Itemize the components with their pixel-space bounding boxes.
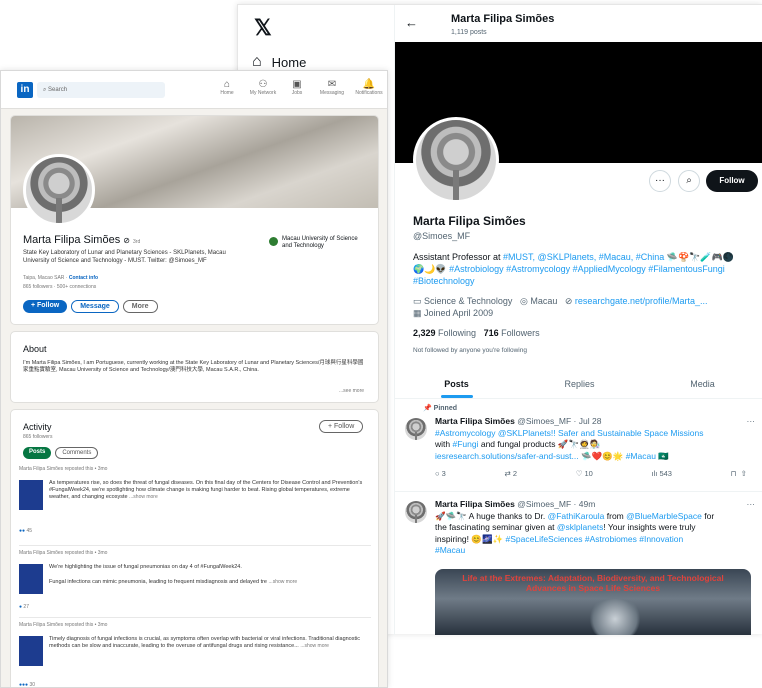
pinned-label: 📌 Pinned — [423, 405, 458, 412]
linkedin-nav: in ⌕ Search ⌂ Home ⚇ My Network ▣ Jobs ✉ Mes… — [1, 71, 387, 109]
reaction-count: ●● 45 — [19, 528, 32, 534]
search-input[interactable]: ⌕ Search — [37, 82, 165, 98]
reaction-count: ●●● 30 — [19, 682, 36, 688]
nav-home[interactable]: ⌂ Home — [214, 79, 240, 96]
tab-replies[interactable]: Replies — [518, 369, 641, 398]
activity-post[interactable]: Marta Filipa Simões reposted this • 3mo … — [19, 466, 371, 546]
profile-tabs: Posts Replies Media — [395, 369, 762, 399]
activity-followers: 865 followers — [23, 434, 53, 440]
bookmark-icon[interactable]: ⊓ — [731, 469, 737, 478]
activity-title: Activity — [23, 422, 52, 432]
home-icon: ⌂ — [252, 53, 262, 70]
pin-icon: 📌 — [423, 405, 432, 412]
profile-actions: + Follow Message More — [23, 300, 158, 313]
calendar-icon: ▦ — [413, 308, 422, 318]
header-name: Marta Filipa Simões — [451, 13, 555, 25]
tab-posts[interactable]: Posts — [395, 369, 518, 398]
back-arrow-icon[interactable]: ← — [405, 15, 418, 30]
linkedin-window: in ⌕ Search ⌂ Home ⚇ My Network ▣ Jobs ✉ Mes… — [0, 70, 388, 688]
not-followed-note: Not followed by anyone you're following — [413, 347, 527, 354]
more-icon[interactable]: ··· — [747, 499, 756, 511]
search-icon[interactable]: ⌕ — [678, 170, 700, 192]
tweet-actions: ○ 3 ⇄ 2 ♡ 10 ılı 543 ⊓ ⇧ — [435, 468, 755, 480]
activity-follow-button[interactable]: + Follow — [319, 420, 364, 433]
repost-line: Marta Filipa Simões reposted this • 3mo — [19, 622, 108, 628]
post-thumbnail — [19, 480, 43, 510]
joined-date: ▦ Joined April 2009 — [413, 308, 494, 318]
repost-line: Marta Filipa Simões reposted this • 3mo — [19, 466, 108, 472]
briefcase-icon: ▭ — [413, 296, 422, 306]
about-title: About — [23, 344, 47, 354]
reply-icon[interactable]: ○ 3 — [435, 468, 446, 480]
message-button[interactable]: Message — [71, 300, 119, 313]
link-icon: ⊘ — [564, 296, 573, 306]
profile-avatar[interactable] — [413, 117, 499, 203]
profile-card: Marta Filipa Simões ⊘ 3rd State Key Labo… — [10, 115, 379, 325]
follow-button[interactable]: Follow — [706, 170, 758, 192]
nav-home[interactable]: ⌂ Home — [252, 53, 306, 71]
filter-posts[interactable]: Posts — [23, 447, 52, 459]
share-icon[interactable]: ⇧ — [741, 469, 747, 478]
tweet-avatar[interactable] — [405, 418, 427, 440]
posts-count: 1,119 posts — [451, 29, 487, 36]
post-text: Timely diagnosis of fungal infections is… — [49, 636, 360, 649]
tab-media[interactable]: Media — [641, 369, 762, 398]
follow-button[interactable]: + Follow — [23, 300, 68, 313]
headline: State Key Laboratory of Lunar and Planet… — [23, 250, 226, 264]
post-thumbnail — [19, 564, 43, 594]
nav-jobs[interactable]: ▣ Jobs — [286, 79, 308, 96]
views-icon[interactable]: ılı 543 — [652, 468, 672, 480]
bell-icon: 🔔 — [362, 79, 376, 90]
profile-meta: ▭ Science & Technology ◎ Macau ⊘ researc… — [413, 296, 708, 306]
tweet-body: Marta Filipa Simões @Simoes_MF · 49m ··· … — [435, 499, 756, 555]
post-text: As temperatures rise, so does the threat… — [49, 480, 363, 500]
current-org[interactable]: Macau University of Science and Technolo… — [269, 236, 369, 250]
retweet-icon[interactable]: ⇄ 2 — [504, 468, 517, 480]
filter-comments[interactable]: Comments — [55, 447, 99, 459]
post-thumbnail — [19, 636, 43, 666]
tweet-media-image[interactable]: Life at the Extremes: Adaptation, Biodiv… — [435, 569, 751, 635]
follow-stats[interactable]: 2,329 Following 716 Followers — [413, 327, 540, 339]
bio: Assistant Professor at #MUST, @SKLPlanet… — [413, 252, 735, 286]
org-logo-icon — [269, 237, 278, 246]
more-icon[interactable]: ··· — [649, 170, 671, 192]
location: Taipa, Macao SAR · Contact info — [23, 275, 99, 281]
more-icon[interactable]: ··· — [747, 416, 756, 428]
nav-messaging[interactable]: ✉ Messaging — [316, 79, 348, 96]
post-text: We're highlighting the issue of fungal p… — [49, 564, 298, 585]
heart-icon[interactable]: ♡ 10 — [576, 468, 593, 480]
activity-post[interactable]: Marta Filipa Simões reposted this • 3mo … — [19, 550, 371, 618]
location-icon: ◎ — [519, 296, 528, 306]
profile-column: ← Marta Filipa Simões 1,119 posts ··· ⌕ … — [394, 5, 762, 635]
more-button[interactable]: More — [122, 300, 158, 313]
activity-filters: Posts Comments — [23, 447, 99, 459]
tweet-pinned[interactable]: 📌 Pinned Marta Filipa Simões @Simoes_MF … — [395, 400, 762, 492]
followers-count[interactable]: 865 followers · 500+ connections — [23, 284, 96, 290]
reaction-count: ● 27 — [19, 604, 29, 610]
profile-name: Marta Filipa Simões ⊘ 3rd — [23, 234, 141, 246]
tweet-recent[interactable]: Marta Filipa Simões @Simoes_MF · 49m ··· … — [395, 493, 762, 635]
x-logo-icon[interactable]: 𝕏 — [254, 15, 272, 41]
profile-avatar[interactable] — [23, 154, 95, 226]
tweet-body: Marta Filipa Simões @Simoes_MF · Jul 28 ·… — [435, 416, 756, 480]
repost-line: Marta Filipa Simões reposted this • 3mo — [19, 550, 108, 556]
about-card: About I'm Marta Filipa Simões, I am Port… — [10, 331, 379, 403]
about-text: I'm Marta Filipa Simões, I am Portuguese… — [23, 360, 364, 373]
verified-icon: ⊘ — [123, 236, 130, 245]
see-more-link[interactable]: ...see more — [339, 388, 364, 394]
nav-notifications[interactable]: 🔔 Notifications — [352, 79, 386, 96]
nav-network[interactable]: ⚇ My Network — [248, 79, 278, 96]
activity-card: Activity 865 followers + Follow Posts Co… — [10, 409, 379, 688]
linkedin-logo-icon[interactable]: in — [17, 82, 33, 98]
display-name: Marta Filipa Simões — [413, 214, 526, 228]
activity-post[interactable]: Marta Filipa Simões reposted this • 3mo … — [19, 622, 371, 688]
tweet-avatar[interactable] — [405, 501, 427, 523]
handle: @Simoes_MF — [413, 231, 471, 241]
